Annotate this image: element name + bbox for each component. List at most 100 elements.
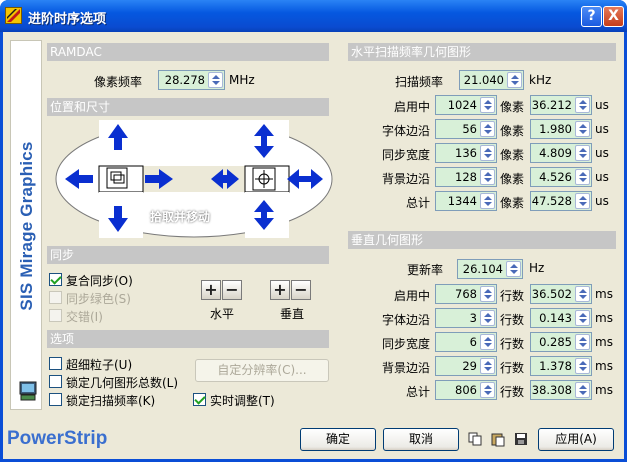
horizontal-px-spinner[interactable] bbox=[480, 193, 495, 209]
vertical-ms-spinner[interactable] bbox=[575, 358, 590, 374]
pixel-freq-label: 像素频率 bbox=[94, 75, 143, 89]
lock-geometry-label: 锁定几何图形总数(L) bbox=[66, 376, 179, 390]
vertical-ln-value: 806 bbox=[455, 383, 477, 397]
vertical-ln-unit: 行数 bbox=[500, 337, 525, 351]
vertical-ln-value: 29 bbox=[462, 359, 477, 373]
horizontal-px-field[interactable]: 136 bbox=[435, 143, 497, 163]
vertical-ln-field[interactable]: 806 bbox=[435, 380, 497, 400]
horizontal-px-field[interactable]: 1344 bbox=[435, 191, 497, 211]
composite-sync-box[interactable] bbox=[49, 273, 62, 286]
horizontal-px-spinner[interactable] bbox=[480, 169, 495, 185]
close-button[interactable]: X bbox=[603, 6, 624, 27]
scan-freq-spinner[interactable] bbox=[507, 72, 522, 88]
refresh-spinner[interactable] bbox=[506, 261, 521, 277]
v-sync-plus-button[interactable]: + bbox=[270, 280, 290, 300]
horizontal-us-unit: us bbox=[595, 170, 609, 184]
h-sync-plus-button[interactable]: + bbox=[201, 280, 221, 300]
apply-button[interactable]: 应用(A) bbox=[538, 428, 614, 451]
brand-sidebar: SIS Mirage Graphics bbox=[10, 40, 42, 410]
horizontal-us-value: 4.809 bbox=[539, 146, 572, 160]
vertical-ln-unit: 行数 bbox=[500, 313, 525, 327]
h-sync-minus-button[interactable]: − bbox=[222, 280, 242, 300]
copy-icon[interactable] bbox=[466, 431, 484, 449]
horizontal-row-label: 总计 bbox=[406, 196, 431, 210]
cancel-button[interactable]: 取消 bbox=[383, 428, 459, 451]
vertical-ln-spinner[interactable] bbox=[480, 382, 495, 398]
sync-green-box[interactable] bbox=[49, 291, 62, 304]
scan-freq-field[interactable]: 21.040 bbox=[459, 70, 524, 90]
horizontal-px-field[interactable]: 128 bbox=[435, 167, 497, 187]
horizontal-us-field[interactable]: 4.809 bbox=[530, 143, 592, 163]
vertical-ln-field[interactable]: 3 bbox=[435, 308, 497, 328]
vertical-ms-unit: ms bbox=[595, 359, 613, 373]
vertical-ms-unit: ms bbox=[595, 383, 613, 397]
lock-geometry-box[interactable] bbox=[49, 375, 62, 388]
horizontal-us-unit: us bbox=[595, 146, 609, 160]
title-bar[interactable]: 进阶时序选项 ? X bbox=[0, 0, 627, 32]
save-icon[interactable] bbox=[512, 431, 530, 449]
vertical-ln-field[interactable]: 6 bbox=[435, 332, 497, 352]
v-sync-minus-button[interactable]: − bbox=[291, 280, 311, 300]
vertical-row-label: 字体边沿 bbox=[382, 313, 431, 327]
horizontal-us-unit: us bbox=[595, 194, 609, 208]
horizontal-px-field[interactable]: 56 bbox=[435, 119, 497, 139]
lock-scan-box[interactable] bbox=[49, 393, 62, 406]
horizontal-px-unit: 像素 bbox=[500, 172, 525, 186]
ultrafine-label: 超细粒子(U) bbox=[66, 358, 133, 372]
help-button[interactable]: ? bbox=[581, 6, 602, 27]
paste-icon[interactable] bbox=[489, 431, 507, 449]
vertical-ln-spinner[interactable] bbox=[480, 310, 495, 326]
vertical-ln-value: 3 bbox=[469, 311, 477, 325]
realtime-label: 实时调整(T) bbox=[210, 394, 275, 408]
vertical-ms-spinner[interactable] bbox=[575, 310, 590, 326]
vertical-ln-spinner[interactable] bbox=[480, 358, 495, 374]
horizontal-us-spinner[interactable] bbox=[575, 97, 590, 113]
vertical-ms-value: 36.502 bbox=[531, 287, 572, 301]
ok-button[interactable]: 确定 bbox=[300, 428, 376, 451]
vertical-ms-value: 1.378 bbox=[539, 359, 572, 373]
horizontal-px-spinner[interactable] bbox=[480, 97, 495, 113]
horizontal-us-field[interactable]: 36.212 bbox=[530, 95, 592, 115]
vertical-ms-field[interactable]: 1.378 bbox=[530, 356, 592, 376]
vertical-ln-field[interactable]: 29 bbox=[435, 356, 497, 376]
vertical-ms-value: 38.308 bbox=[531, 383, 572, 397]
pixel-freq-field[interactable]: 28.278 bbox=[158, 70, 225, 90]
horizontal-px-value: 56 bbox=[462, 122, 477, 136]
horizontal-us-spinner[interactable] bbox=[575, 193, 590, 209]
vertical-ms-value: 0.143 bbox=[539, 311, 572, 325]
horizontal-px-spinner[interactable] bbox=[480, 121, 495, 137]
horizontal-px-field[interactable]: 1024 bbox=[435, 95, 497, 115]
vertical-ms-spinner[interactable] bbox=[575, 382, 590, 398]
vertical-ms-spinner[interactable] bbox=[575, 286, 590, 302]
ultrafine-box[interactable] bbox=[49, 357, 62, 370]
pixel-freq-unit: MHz bbox=[229, 73, 255, 87]
pixel-freq-spinner[interactable] bbox=[208, 72, 223, 88]
vertical-ms-field[interactable]: 38.308 bbox=[530, 380, 592, 400]
realtime-box[interactable] bbox=[193, 393, 206, 406]
horizontal-px-value: 1024 bbox=[447, 98, 477, 112]
custom-resolution-button[interactable]: 自定分辨率(C)... bbox=[195, 359, 329, 382]
vertical-ms-field[interactable]: 0.143 bbox=[530, 308, 592, 328]
composite-sync-label: 复合同步(O) bbox=[66, 274, 133, 288]
vertical-ms-spinner[interactable] bbox=[575, 334, 590, 350]
horizontal-px-spinner[interactable] bbox=[480, 145, 495, 161]
horizontal-px-value: 128 bbox=[455, 170, 477, 184]
vertical-ln-spinner[interactable] bbox=[480, 334, 495, 350]
vertical-ms-field[interactable]: 0.285 bbox=[530, 332, 592, 352]
horizontal-us-field[interactable]: 4.526 bbox=[530, 167, 592, 187]
sync-header: 同步 bbox=[47, 246, 329, 264]
vertical-ms-field[interactable]: 36.502 bbox=[530, 284, 592, 304]
vertical-ln-field[interactable]: 768 bbox=[435, 284, 497, 304]
horizontal-us-spinner[interactable] bbox=[575, 169, 590, 185]
horizontal-us-field[interactable]: 47.528 bbox=[530, 191, 592, 211]
interlace-box[interactable] bbox=[49, 309, 62, 322]
refresh-field[interactable]: 26.104 bbox=[457, 259, 523, 279]
vertical-ln-spinner[interactable] bbox=[480, 286, 495, 302]
horizontal-us-spinner[interactable] bbox=[575, 145, 590, 161]
horizontal-us-value: 4.526 bbox=[539, 170, 572, 184]
horizontal-row-label: 背景边沿 bbox=[382, 172, 431, 186]
horizontal-px-unit: 像素 bbox=[500, 196, 525, 210]
horizontal-us-spinner[interactable] bbox=[575, 121, 590, 137]
horizontal-us-field[interactable]: 1.980 bbox=[530, 119, 592, 139]
app-icon bbox=[5, 7, 22, 24]
